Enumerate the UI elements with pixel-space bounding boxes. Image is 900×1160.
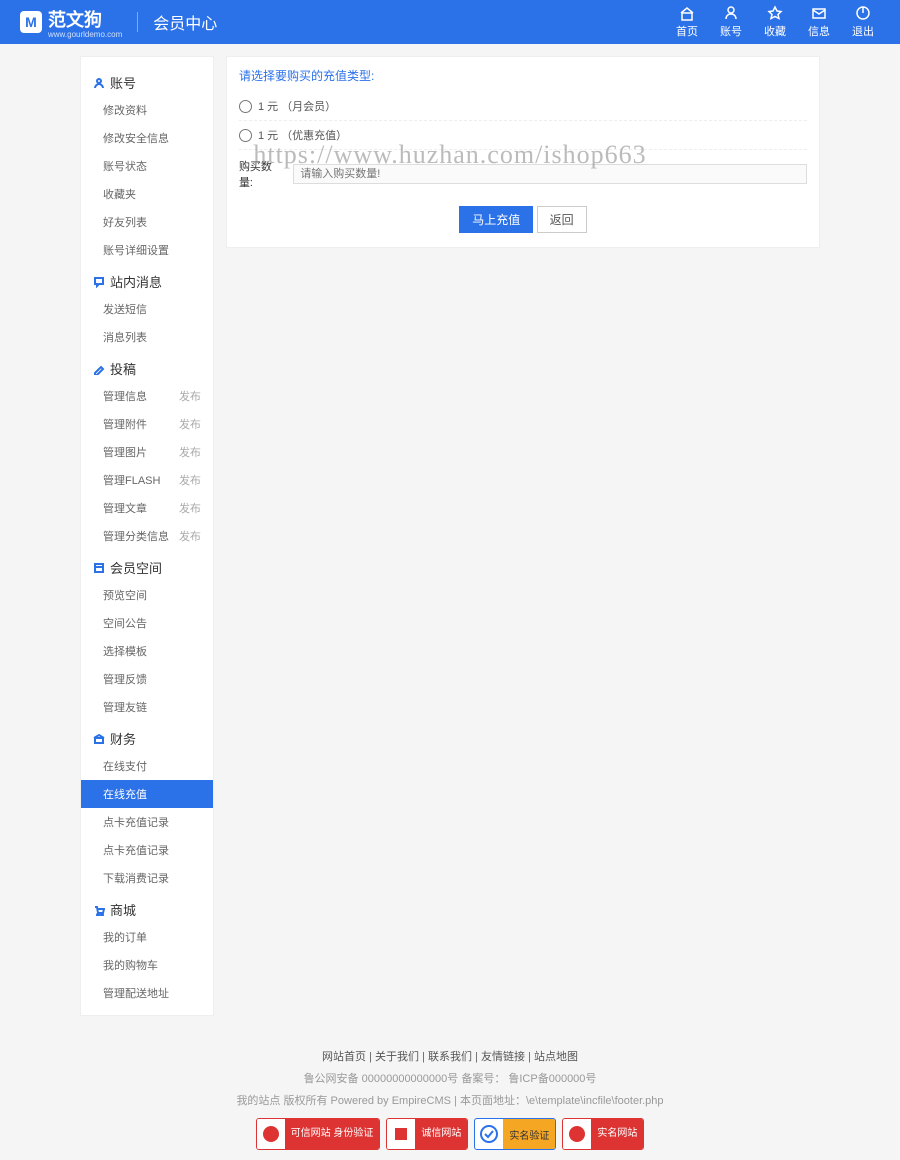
sidebar-item-action[interactable]: 发布 [179, 388, 201, 404]
nav-home[interactable]: 首页 [670, 5, 704, 39]
sidebar-item-点卡充值记录[interactable]: 点卡充值记录 [81, 808, 213, 836]
sidebar-item-修改资料[interactable]: 修改资料 [81, 96, 213, 124]
nav-power[interactable]: 退出 [846, 5, 880, 39]
sidebar-item-我的订单[interactable]: 我的订单 [81, 923, 213, 951]
badge-realname[interactable]: 实名网站 [562, 1118, 644, 1150]
badge-verified[interactable]: 实名验证 [474, 1118, 556, 1150]
badge-trusted[interactable]: 可信网站 身份验证 [256, 1118, 381, 1150]
shield-icon [261, 1124, 281, 1144]
sidebar-item-管理文章[interactable]: 管理文章发布 [81, 494, 213, 522]
recharge-option-2[interactable]: 1 元 （优惠充值） [239, 121, 807, 150]
footer-link-0[interactable]: 网站首页 [322, 1051, 366, 1063]
sidebar-item-选择模板[interactable]: 选择模板 [81, 637, 213, 665]
sidebar-item-账号状态[interactable]: 账号状态 [81, 152, 213, 180]
sidebar-item-action[interactable]: 发布 [179, 472, 201, 488]
footer-link-1[interactable]: 关于我们 [375, 1051, 419, 1063]
sidebar-item-管理配送地址[interactable]: 管理配送地址 [81, 979, 213, 1007]
sidebar-item-在线支付[interactable]: 在线支付 [81, 752, 213, 780]
sidebar-item-管理分类信息[interactable]: 管理分类信息发布 [81, 522, 213, 550]
sidebar-item-发送短信[interactable]: 发送短信 [81, 295, 213, 323]
sidebar-item-在线充值[interactable]: 在线充值 [81, 780, 213, 808]
sidebar-item-预览空间[interactable]: 预览空间 [81, 581, 213, 609]
quantity-label: 购买数量: [239, 158, 283, 190]
layout-icon [93, 562, 105, 574]
sidebar-item-点卡充值记录[interactable]: 点卡充值记录 [81, 836, 213, 864]
user-icon [93, 77, 105, 89]
radio-option-1[interactable] [239, 100, 252, 113]
sidebar-item-我的购物车[interactable]: 我的购物车 [81, 951, 213, 979]
site-logo[interactable]: M 范文狗 www.gourldemo.com [20, 6, 122, 39]
logo-subtitle: www.gourldemo.com [48, 30, 122, 39]
recharge-option-1[interactable]: 1 元 （月会员） [239, 92, 807, 121]
bubble-icon [93, 276, 105, 288]
sidebar-item-action[interactable]: 发布 [179, 528, 201, 544]
nav-mail[interactable]: 信息 [802, 5, 836, 39]
bank-icon [93, 733, 105, 745]
sidebar-section-投稿: 投稿 [81, 351, 213, 382]
quantity-input[interactable] [293, 164, 807, 184]
sidebar-item-好友列表[interactable]: 好友列表 [81, 208, 213, 236]
radio-option-2[interactable] [239, 129, 252, 142]
check-circle-icon [479, 1124, 499, 1144]
sidebar-item-管理FLASH[interactable]: 管理FLASH发布 [81, 466, 213, 494]
star-icon [767, 5, 783, 21]
page-title: 会员中心 [153, 10, 217, 34]
sidebar-item-收藏夹[interactable]: 收藏夹 [81, 180, 213, 208]
nav-user[interactable]: 账号 [714, 5, 748, 39]
sidebar-item-修改安全信息[interactable]: 修改安全信息 [81, 124, 213, 152]
sidebar-section-会员空间: 会员空间 [81, 550, 213, 581]
user-icon [723, 5, 739, 21]
nav-star[interactable]: 收藏 [758, 5, 792, 39]
sidebar-item-空间公告[interactable]: 空间公告 [81, 609, 213, 637]
footer-beian: 鲁公网安备 00000000000000号 备案号： 鲁ICP备000000号 [0, 1070, 900, 1086]
mail-icon [811, 5, 827, 21]
home-icon [679, 5, 695, 21]
logo-icon: M [20, 11, 42, 33]
sidebar-item-action[interactable]: 发布 [179, 500, 201, 516]
sidebar-section-站内消息: 站内消息 [81, 264, 213, 295]
submit-button[interactable]: 马上充值 [459, 206, 533, 233]
sidebar-section-商城: 商城 [81, 892, 213, 923]
main-title: 请选择要购买的充值类型: [239, 67, 807, 92]
back-button[interactable]: 返回 [537, 206, 587, 233]
edit-icon [93, 363, 105, 375]
sidebar-item-管理附件[interactable]: 管理附件发布 [81, 410, 213, 438]
footer-link-2[interactable]: 联系我们 [428, 1051, 472, 1063]
sidebar-item-action[interactable]: 发布 [179, 416, 201, 432]
logo-text: 范文狗 [48, 10, 102, 30]
header-divider [137, 12, 138, 32]
sidebar-item-管理图片[interactable]: 管理图片发布 [81, 438, 213, 466]
sidebar-item-action[interactable]: 发布 [179, 444, 201, 460]
cart-icon [93, 904, 105, 916]
seal-icon [567, 1124, 587, 1144]
sidebar-item-消息列表[interactable]: 消息列表 [81, 323, 213, 351]
footer-links: 网站首页 | 关于我们 | 联系我们 | 友情链接 | 站点地图 [0, 1048, 900, 1064]
sidebar-item-管理友链[interactable]: 管理友链 [81, 693, 213, 721]
sidebar-item-下载消费记录[interactable]: 下载消费记录 [81, 864, 213, 892]
footer-copyright: 我的站点 版权所有 Powered by EmpireCMS | 本页面地址：\… [0, 1092, 900, 1108]
sidebar-section-账号: 账号 [81, 65, 213, 96]
power-icon [855, 5, 871, 21]
footer-link-3[interactable]: 友情链接 [481, 1051, 525, 1063]
sidebar-item-管理反馈[interactable]: 管理反馈 [81, 665, 213, 693]
sidebar-item-账号详细设置[interactable]: 账号详细设置 [81, 236, 213, 264]
footer-link-4[interactable]: 站点地图 [534, 1051, 578, 1063]
stamp-icon [391, 1124, 411, 1144]
badge-honesty[interactable]: 诚信网站 [386, 1118, 468, 1150]
sidebar-item-管理信息[interactable]: 管理信息发布 [81, 382, 213, 410]
sidebar-section-财务: 财务 [81, 721, 213, 752]
